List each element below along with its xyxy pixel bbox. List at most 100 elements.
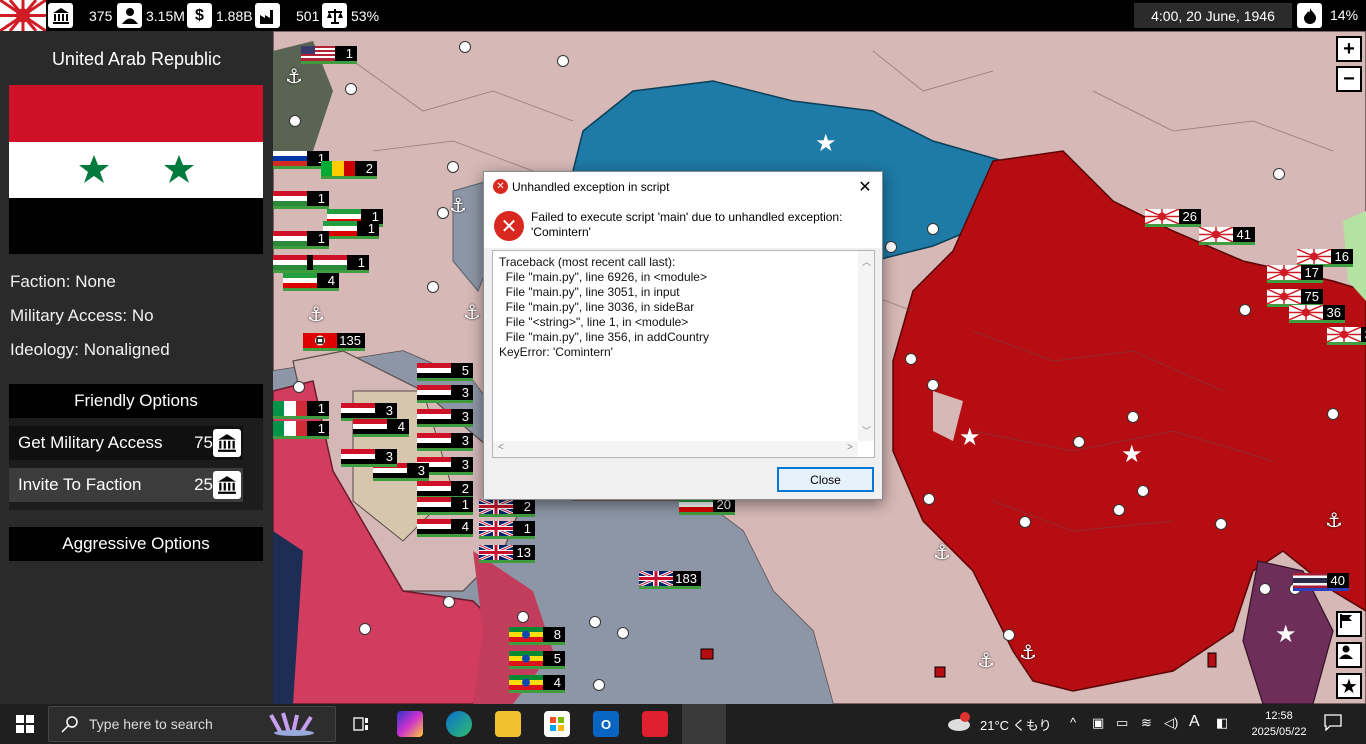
anchor-icon[interactable]: ⚓	[285, 67, 303, 87]
anchor-icon[interactable]: ⚓	[1325, 511, 1343, 531]
army-unit-counter[interactable]: 32	[1327, 327, 1366, 345]
army-unit-counter[interactable]: 26	[1145, 209, 1201, 227]
invite-to-faction-button[interactable]: Invite To Faction 25	[9, 468, 243, 502]
task-view-icon[interactable]	[348, 711, 374, 737]
army-unit-counter[interactable]: 36	[1289, 305, 1345, 323]
chevron-down-icon[interactable]: ﹀	[862, 424, 871, 437]
army-unit-counter[interactable]: 40	[1293, 573, 1349, 591]
army-unit-counter[interactable]: 13	[479, 545, 535, 563]
army-unit-counter[interactable]: 4	[283, 273, 339, 291]
city-marker[interactable]	[1073, 436, 1085, 448]
city-marker[interactable]	[1327, 408, 1339, 420]
battery-icon[interactable]: ▭	[1116, 715, 1128, 731]
game-date[interactable]: 4:00, 20 June, 1946	[1134, 3, 1292, 28]
flag-icon[interactable]	[1336, 611, 1362, 637]
army-unit-counter[interactable]: 41	[1199, 227, 1255, 245]
city-marker[interactable]	[1215, 518, 1227, 530]
chevron-up-icon[interactable]: ︿	[862, 255, 871, 268]
city-marker[interactable]	[359, 623, 371, 635]
army-unit-counter[interactable]: 1	[417, 497, 473, 515]
close-button[interactable]: Close	[777, 467, 874, 492]
anchor-icon[interactable]: ⚓	[977, 651, 995, 671]
city-marker[interactable]	[345, 83, 357, 95]
anchor-icon[interactable]: ⚓	[449, 196, 467, 216]
network-icon[interactable]: ▣	[1092, 715, 1104, 731]
city-marker[interactable]	[885, 241, 897, 253]
chevron-left-icon[interactable]: <	[498, 442, 504, 453]
army-unit-counter[interactable]: 1	[273, 191, 329, 209]
city-marker[interactable]	[459, 41, 471, 53]
capital-star-icon[interactable]: ★	[1121, 443, 1143, 467]
zoom-out-button[interactable]: −	[1336, 66, 1362, 92]
vertical-scrollbar[interactable]: ︿ ﹀	[858, 251, 874, 441]
copilot-icon[interactable]	[397, 711, 423, 737]
wifi-icon[interactable]: ≋	[1141, 715, 1152, 731]
city-marker[interactable]	[1113, 504, 1125, 516]
army-unit-counter[interactable]: 4	[417, 519, 473, 537]
city-marker[interactable]	[1259, 583, 1271, 595]
weather-icon[interactable]	[946, 712, 972, 735]
anchor-icon[interactable]: ⚓	[933, 543, 951, 563]
army-unit-counter[interactable]: 17	[1267, 265, 1323, 283]
city-marker[interactable]	[447, 161, 459, 173]
army-unit-counter[interactable]: 4	[509, 675, 565, 693]
city-marker[interactable]	[927, 223, 939, 235]
army-unit-counter[interactable]: 3	[417, 385, 473, 403]
city-marker[interactable]	[589, 616, 601, 628]
army-unit-counter[interactable]: 1	[313, 255, 369, 273]
star-icon[interactable]: ★	[1336, 673, 1362, 699]
anchor-icon[interactable]: ⚓	[307, 305, 325, 325]
capital-star-icon[interactable]: ★	[1275, 623, 1297, 647]
city-marker[interactable]	[1127, 411, 1139, 423]
notification-icon[interactable]	[1324, 713, 1342, 734]
outlook-icon[interactable]: O	[593, 711, 619, 737]
army-unit-counter[interactable]: 3	[417, 409, 473, 427]
army-unit-counter[interactable]: 5	[509, 651, 565, 669]
army-unit-counter[interactable]: 1	[273, 421, 329, 439]
army-unit-counter[interactable]: 135	[303, 333, 365, 351]
city-marker[interactable]	[905, 353, 917, 365]
army-unit-counter[interactable]: 1	[479, 521, 535, 539]
army-unit-counter[interactable]: 1	[273, 231, 329, 249]
get-military-access-button[interactable]: Get Military Access 75	[9, 426, 243, 460]
army-unit-counter[interactable]: 8	[509, 627, 565, 645]
city-marker[interactable]	[1239, 304, 1251, 316]
army-unit-counter[interactable]: 3	[417, 433, 473, 451]
dialog-titlebar[interactable]: ✕ Unhandled exception in script	[484, 172, 882, 202]
army-unit-counter[interactable]: 2	[479, 499, 535, 517]
file-explorer-icon[interactable]	[495, 711, 521, 737]
city-marker[interactable]	[1003, 629, 1015, 641]
army-unit-counter[interactable]: 2	[321, 161, 377, 179]
anchor-icon[interactable]: ⚓	[1019, 643, 1037, 663]
army-unit-counter[interactable]: 5	[417, 363, 473, 381]
city-marker[interactable]	[617, 627, 629, 639]
army-unit-counter[interactable]: 3	[341, 449, 397, 467]
person-icon[interactable]	[1336, 642, 1362, 668]
chevron-up-icon[interactable]: ^	[1070, 715, 1076, 730]
windows-start-icon[interactable]	[12, 711, 38, 737]
city-marker[interactable]	[443, 596, 455, 608]
anchor-icon[interactable]: ⚓	[463, 303, 481, 323]
player-flag-icon[interactable]	[0, 0, 46, 31]
microsoft-store-icon[interactable]	[544, 711, 570, 737]
traceback-textbox[interactable]: Traceback (most recent call last): File …	[492, 250, 875, 458]
ime-mode[interactable]: A	[1189, 713, 1200, 731]
city-marker[interactable]	[557, 55, 569, 67]
taskbar-clock[interactable]: 12:58 2025/05/22	[1242, 708, 1316, 740]
city-marker[interactable]	[593, 679, 605, 691]
volume-icon[interactable]: ◁)	[1164, 715, 1178, 731]
weather-text[interactable]: 21°C くもり	[980, 715, 1052, 734]
city-marker[interactable]	[437, 207, 449, 219]
active-window-tab[interactable]	[682, 704, 726, 744]
army-unit-counter[interactable]: 183	[639, 571, 701, 589]
city-marker[interactable]	[427, 281, 439, 293]
horizontal-scrollbar[interactable]: < >	[493, 441, 858, 457]
city-marker[interactable]	[923, 493, 935, 505]
army-unit-counter[interactable]: 1	[273, 401, 329, 419]
chevron-right-icon[interactable]: >	[847, 442, 853, 453]
close-icon[interactable]: ✕	[854, 176, 876, 198]
edge-browser-icon[interactable]	[446, 711, 472, 737]
city-marker[interactable]	[1137, 485, 1149, 497]
zoom-in-button[interactable]: +	[1336, 36, 1362, 62]
army-unit-counter[interactable]: 4	[353, 419, 409, 437]
